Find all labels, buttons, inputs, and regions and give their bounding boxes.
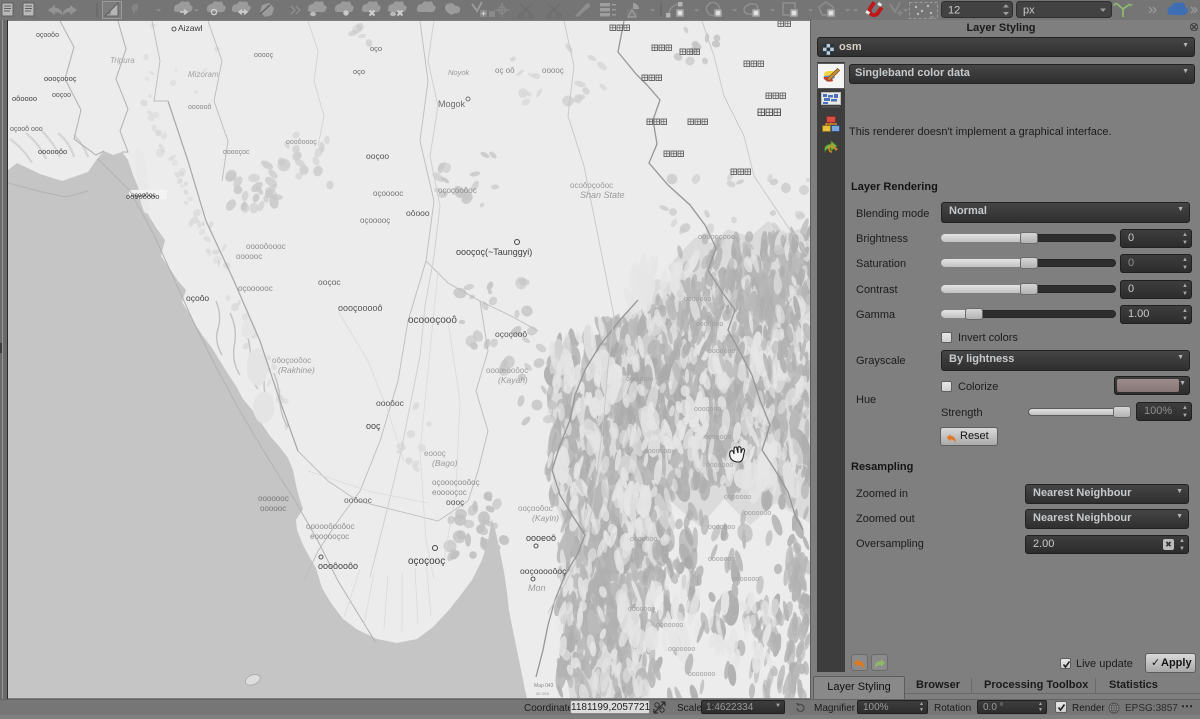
svg-text:eoooooçoc: eoooooçoc xyxy=(310,532,349,541)
svg-text:eoooç: eoooç xyxy=(424,449,446,458)
svg-text:oôoçooôoc: oôoçooôoc xyxy=(272,356,311,365)
svg-text:oc oco: oc oco xyxy=(536,691,550,696)
svg-text:oçooooc: oçooooc xyxy=(373,189,403,198)
svg-text:ooooooo: ooooooo xyxy=(724,494,751,501)
svg-text:oooooc: oooooc xyxy=(260,504,286,513)
svg-text:ooooooo: ooooooo xyxy=(732,576,759,583)
svg-text:Shan State: Shan State xyxy=(580,190,625,200)
svg-text:ocoooçooô: ocoooçooô xyxy=(408,315,457,326)
svg-text:ooooooo: ooooooo xyxy=(688,671,715,678)
svg-text:ooooooo: ooooooo xyxy=(694,406,721,413)
svg-text:oçooôo: oçooôo xyxy=(36,32,59,39)
svg-text:ooôooc: ooôooc xyxy=(344,495,373,505)
svg-text:Aizawl: Aizawl xyxy=(178,23,203,33)
svg-text:ooooooo: ooooooo xyxy=(744,510,771,517)
svg-text:Mizoram: Mizoram xyxy=(188,70,219,79)
svg-text:ooçoc: ooçoc xyxy=(318,277,341,287)
svg-text:px: px xyxy=(1023,5,1035,17)
svg-text:oooooô: oooooô xyxy=(188,104,211,111)
svg-text:oôooo: oôooo xyxy=(406,208,430,218)
svg-text:oçooô ooo: oçooô ooo xyxy=(10,126,43,133)
svg-text:ooooooo: ooooooo xyxy=(656,622,683,629)
svg-text:oooooçooo: oooooçooo xyxy=(698,232,735,241)
svg-text:oooçoç(~Taunggyi): oooçoç(~Taunggyi) xyxy=(456,247,532,257)
svg-text:oooôooôo: oooôooôo xyxy=(318,561,358,571)
svg-text:ocoôoçoôoc: ocoôoçoôoc xyxy=(570,181,613,190)
svg-text:oooôoc: oooôoc xyxy=(376,398,405,408)
svg-text:Mogok: Mogok xyxy=(438,99,466,109)
svg-text:ooooôoooc: ooooôoooc xyxy=(246,242,286,251)
svg-text:ooooooo: ooooooo xyxy=(708,556,735,563)
svg-text:(Bago): (Bago) xyxy=(432,458,458,468)
svg-text:ooçoo: ooçoo xyxy=(52,92,71,99)
svg-text:Tripura: Tripura xyxy=(110,56,135,65)
svg-text:ooooooo: ooooooo xyxy=(708,524,735,531)
svg-text:oçoçooô: oçoçooô xyxy=(495,329,527,339)
svg-text:oôoooo: oôoooo xyxy=(12,94,37,103)
svg-text:ooooooo: ooooooo xyxy=(668,646,695,653)
svg-text:ooooooo: ooooooo xyxy=(626,376,653,383)
svg-text:ooç: ooç xyxy=(366,421,381,431)
svg-text:oooç: oooç xyxy=(446,497,465,507)
svg-text:oooooc: oooooc xyxy=(236,252,262,261)
svg-text:oçoçooç: oçoçooç xyxy=(408,556,445,567)
svg-text:Noyok: Noyok xyxy=(448,68,471,77)
svg-text:ooooçoc: ooooçoc xyxy=(223,149,250,156)
svg-text:ooçooôoc: ooçooôoc xyxy=(518,504,553,513)
svg-text:oçoçooôoc: oçoçooôoc xyxy=(438,186,477,195)
svg-text:oooeoô: oooeoô xyxy=(526,533,556,543)
svg-text:(Kayah): (Kayah) xyxy=(498,375,528,385)
svg-text:ooooooo: ooooooo xyxy=(706,462,733,469)
svg-text:(Kayin): (Kayin) xyxy=(532,513,559,523)
svg-text:ooçooooôoç: ooçooooôoç xyxy=(520,566,567,576)
svg-text:oooæooôoc: oooæooôoc xyxy=(486,366,528,375)
svg-text:Mon: Mon xyxy=(528,583,546,593)
svg-text:ooooooo: ooooooo xyxy=(684,296,711,303)
svg-text:oç oô: oç oô xyxy=(495,66,515,75)
svg-text:oooooôo: oooooôo xyxy=(38,147,67,156)
svg-text:oooçooooô: oooçooooô xyxy=(338,303,383,313)
svg-text:ooooooo: ooooooo xyxy=(696,321,723,328)
svg-text:(Rakhine): (Rakhine) xyxy=(278,365,315,375)
svg-text:ooçoo: ooçoo xyxy=(366,151,389,161)
svg-text:oçoooooc: oçoooooc xyxy=(238,284,273,293)
svg-text:oçoôo: oçoôo xyxy=(186,293,209,303)
svg-text:oço: oço xyxy=(353,67,365,76)
svg-text:oçooooç: oçooooç xyxy=(360,216,390,225)
svg-text:ooooooo: ooooooo xyxy=(708,348,735,355)
svg-text:12: 12 xyxy=(948,5,960,17)
svg-text:oço: oço xyxy=(370,44,382,53)
svg-text:ooooç: ooooç xyxy=(542,66,564,75)
svg-text:ooooç: ooooç xyxy=(254,52,274,59)
svg-text:oooçoooç: oooçoooç xyxy=(44,74,77,83)
svg-text:oooôoooç: oooôoooç xyxy=(286,139,317,146)
svg-text:oooooôooôoc: oooooôooôoc xyxy=(306,522,355,531)
svg-text:eooooçoc: eooooçoc xyxy=(432,488,467,497)
svg-text:oçoooçooôoç: oçoooçooôoç xyxy=(432,478,480,487)
svg-text:ooooooc: ooooooc xyxy=(258,494,289,503)
svg-text:ooooooo: ooooooo xyxy=(630,536,657,543)
svg-text:ooooôooo: ooooôooo xyxy=(126,192,159,201)
svg-text:ooooooo: ooooooo xyxy=(644,448,671,455)
svg-text:ooooooo: ooooooo xyxy=(628,606,655,613)
svg-text:Map 043: Map 043 xyxy=(534,683,554,689)
svg-text:ooooooo: ooooooo xyxy=(704,434,731,441)
